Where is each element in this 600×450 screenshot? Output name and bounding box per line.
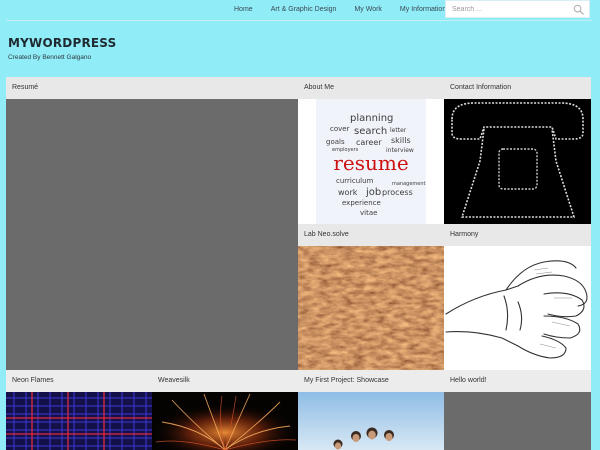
wordcloud-word: planning — [350, 113, 393, 124]
wordcloud-word: career — [356, 138, 382, 147]
tile-weavesilk[interactable]: Weavesilk — [152, 370, 298, 450]
primary-nav: Home Art & Graphic Design My Work My Inf… — [224, 0, 455, 20]
wordcloud-word: cover — [330, 125, 350, 133]
tile-placeholder-image — [444, 392, 591, 450]
tile-neon-flames[interactable]: Neon Flames — [6, 370, 152, 450]
wordcloud-word: curriculum — [336, 177, 374, 185]
wordcloud-word: vitae — [360, 209, 377, 217]
tile-hello-world[interactable]: Hello world! — [444, 370, 591, 450]
wordcloud-word: letter — [390, 127, 407, 134]
wordcloud-word: process — [382, 188, 413, 197]
wordcloud-word: experience — [342, 199, 381, 207]
tile-image-neon-grid — [6, 392, 152, 450]
tile-placeholder-image — [6, 99, 298, 370]
search-input[interactable] — [446, 1, 566, 17]
site-title[interactable]: MYWORDPRESS — [8, 36, 116, 50]
search-box — [445, 0, 590, 18]
nav-item-art-graphic-design[interactable]: Art & Graphic Design — [262, 0, 346, 20]
tile-image-telephone — [444, 99, 591, 224]
wordcloud-word: search — [354, 126, 387, 137]
nav-item-home[interactable]: Home — [224, 0, 262, 20]
nav-item-my-work[interactable]: My Work — [345, 0, 390, 20]
tile-lab-neo-solve[interactable]: Lab Neo.solve — [298, 224, 444, 370]
tile-image-silk-swirl — [152, 392, 298, 450]
nav-divider — [6, 20, 592, 21]
wordcloud-word: skills — [391, 136, 411, 145]
tile-image-fist-sketch — [444, 246, 591, 370]
tile-contact-information[interactable]: Contact Information — [444, 77, 591, 224]
tile-image-wordcloud: planning cover search letter goals caree… — [298, 99, 444, 224]
wordcloud-word: management — [392, 181, 426, 187]
wordcloud-word: work — [338, 188, 358, 197]
tile-label: Harmony — [444, 224, 591, 246]
site-tagline: Created By Bennett Galgano — [8, 54, 92, 61]
tile-image-group-photo — [298, 392, 444, 450]
tile-label: Neon Flames — [6, 370, 152, 392]
tile-label: About Me — [298, 77, 444, 99]
tile-harmony[interactable]: Harmony — [444, 224, 591, 370]
search-icon[interactable] — [573, 4, 584, 15]
wordcloud-word: job — [365, 187, 381, 198]
tile-label: Contact Information — [444, 77, 591, 99]
tile-label: Resumé — [6, 77, 298, 99]
tile-label: My First Project: Showcase — [298, 370, 444, 392]
tile-label: Weavesilk — [152, 370, 298, 392]
wordcloud-highlight-word: resume — [333, 151, 408, 175]
tile-image-texture — [298, 246, 444, 370]
wordcloud-word: goals — [326, 138, 345, 146]
tile-about-me[interactable]: About Me planning cover search letter go… — [298, 77, 444, 224]
tile-my-first-project-showcase[interactable]: My First Project: Showcase — [298, 370, 444, 450]
tile-label: Hello world! — [444, 370, 591, 392]
tile-resume[interactable]: Resumé — [6, 77, 298, 370]
tile-label: Lab Neo.solve — [298, 224, 444, 246]
